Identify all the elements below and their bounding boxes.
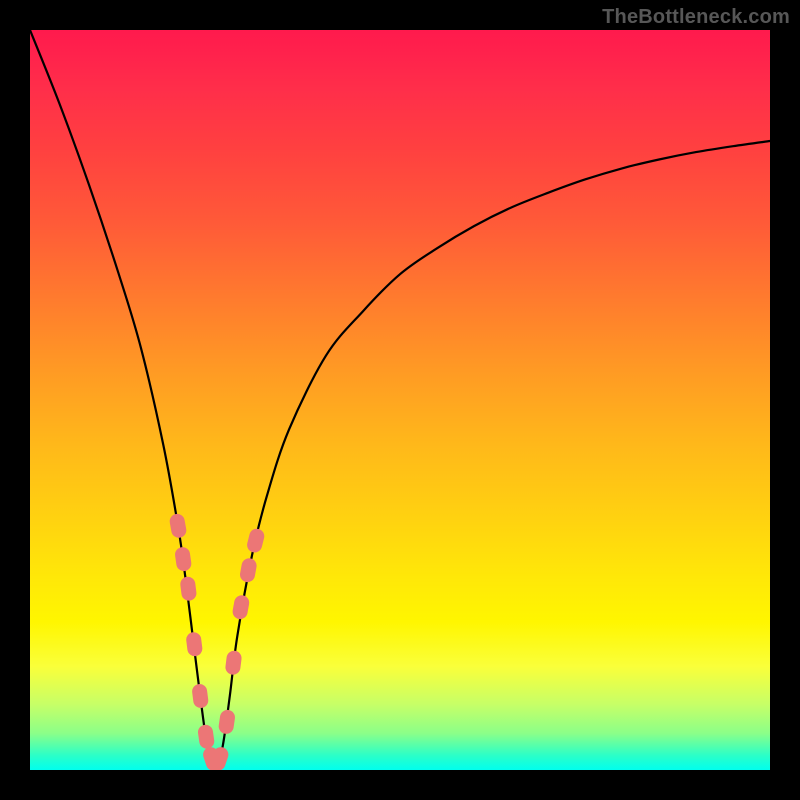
highlight-marker	[225, 650, 243, 676]
highlight-marker	[197, 724, 215, 750]
highlight-marker	[168, 513, 187, 539]
chart-frame: TheBottleneck.com	[0, 0, 800, 800]
highlight-marker	[231, 594, 250, 620]
main-curve	[30, 30, 770, 770]
highlight-marker	[218, 709, 236, 735]
highlight-marker	[185, 631, 203, 657]
highlight-marker	[174, 546, 192, 572]
curves-svg	[30, 30, 770, 770]
highlight-marker	[239, 557, 258, 583]
plot-area	[30, 30, 770, 770]
highlight-markers	[168, 513, 265, 770]
watermark-text: TheBottleneck.com	[602, 6, 790, 29]
highlight-marker	[191, 683, 209, 709]
highlight-marker	[179, 576, 197, 602]
highlight-marker	[246, 527, 266, 554]
